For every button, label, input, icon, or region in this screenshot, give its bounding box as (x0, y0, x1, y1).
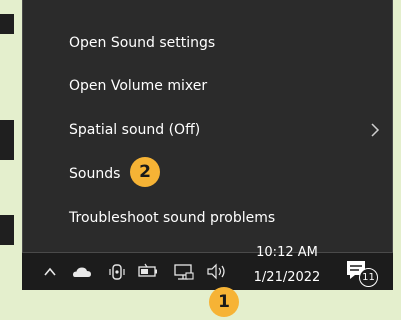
action-center-button[interactable]: 11 (340, 255, 380, 288)
chevron-up-icon[interactable] (40, 253, 60, 290)
onedrive-cloud-icon[interactable] (69, 253, 95, 290)
menu-item-troubleshoot[interactable]: Troubleshoot sound problems (23, 199, 392, 237)
background-window-edge (0, 0, 22, 320)
taskbar: 10:12 AM 1/21/2022 11 (22, 245, 393, 290)
taskbar-clock[interactable]: 10:12 AM 1/21/2022 (242, 245, 332, 290)
menu-item-label: Spatial sound (Off) (69, 122, 201, 138)
menu-item-label: Open Sound settings (69, 35, 216, 51)
menu-item-open-volume-mixer[interactable]: Open Volume mixer (23, 67, 392, 105)
battery-icon[interactable] (136, 253, 160, 290)
menu-item-label: Open Volume mixer (69, 78, 208, 94)
menu-item-open-sound-settings[interactable]: Open Sound settings (23, 24, 392, 62)
menu-item-sounds[interactable]: Sounds (23, 155, 392, 193)
clock-date: 1/21/2022 (253, 270, 321, 285)
menu-item-spatial-sound[interactable]: Spatial sound (Off) (23, 111, 392, 149)
menu-item-label: Troubleshoot sound problems (69, 210, 276, 226)
sound-context-menu: Open Sound settings Open Volume mixer Sp… (22, 0, 393, 253)
step-badge-1: 1 (209, 287, 239, 317)
step-badge-2: 2 (130, 157, 160, 187)
menu-item-label: Sounds (69, 166, 121, 182)
notification-count-badge: 11 (359, 268, 378, 287)
clock-time: 10:12 AM (256, 245, 318, 260)
speaker-icon[interactable] (204, 253, 230, 290)
touch-keyboard-icon[interactable] (106, 253, 128, 290)
network-icon[interactable] (172, 253, 196, 290)
